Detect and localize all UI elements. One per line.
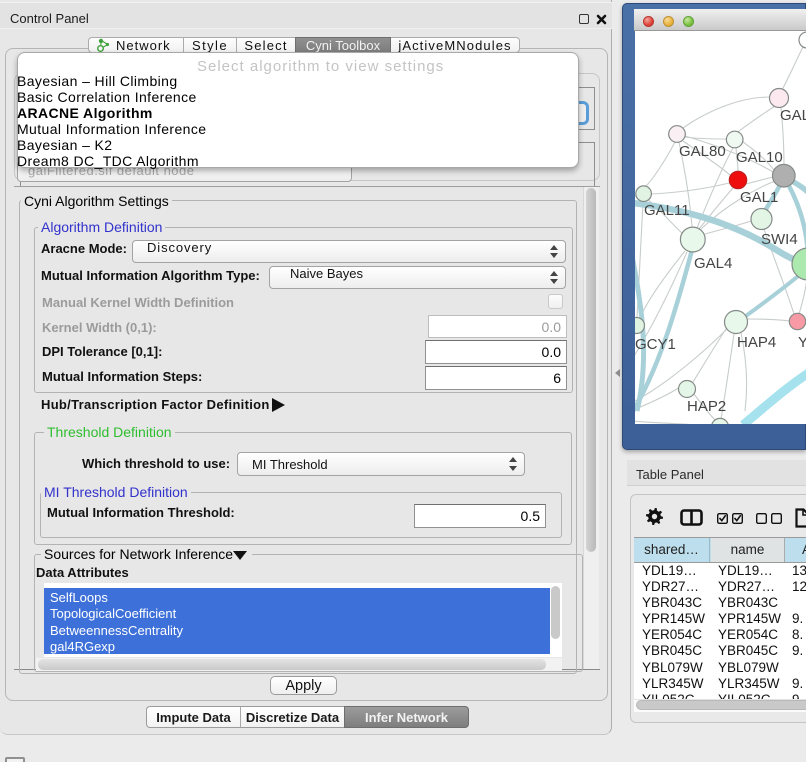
svg-text:GAL11: GAL11: [644, 202, 690, 219]
svg-text:YBR: YBR: [798, 334, 806, 351]
svg-text:SWI4: SWI4: [761, 231, 798, 248]
svg-text:HAP2: HAP2: [687, 398, 726, 415]
svg-text:GAL10: GAL10: [736, 149, 783, 166]
svg-text:GAL4: GAL4: [694, 255, 732, 272]
svg-text:GAL2: GAL2: [780, 107, 806, 124]
svg-text:GAL1: GAL1: [740, 189, 778, 206]
svg-text:HAP4: HAP4: [737, 334, 776, 351]
svg-text:GAL80: GAL80: [679, 143, 726, 160]
svg-text:GCY1: GCY1: [635, 336, 676, 353]
